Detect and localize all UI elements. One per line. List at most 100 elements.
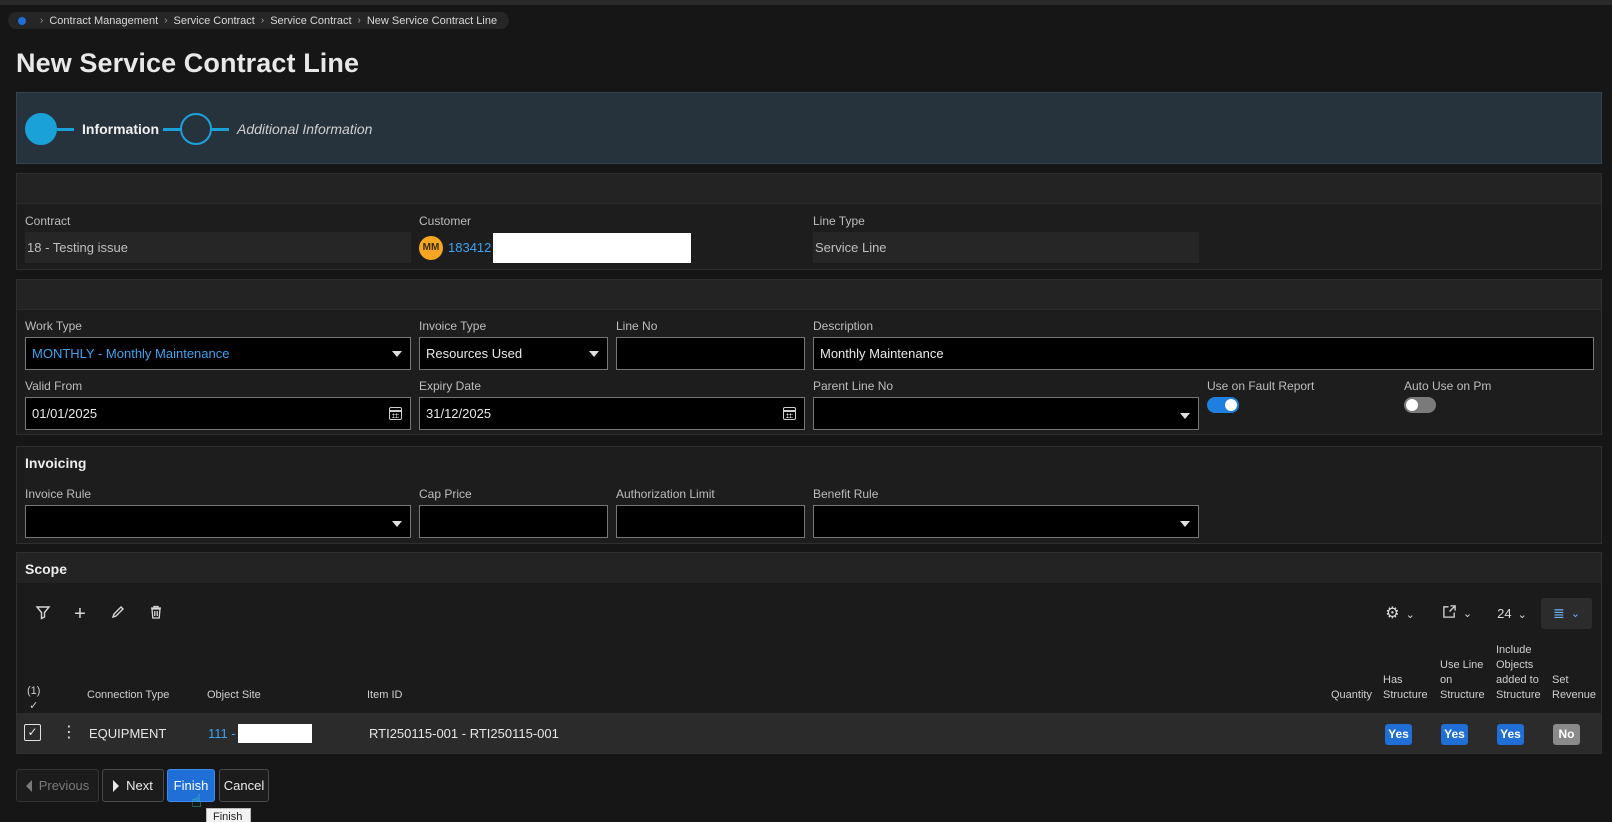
- field-label: Description: [813, 319, 874, 333]
- set-revenue-badge: No: [1553, 724, 1580, 745]
- chevron-down-icon: [392, 351, 402, 357]
- chevron-right-icon: ›: [357, 15, 361, 26]
- group-title: Invoicing: [17, 447, 1601, 477]
- breadcrumb: › Contract Management › Service Contract…: [8, 12, 510, 29]
- work-type-select[interactable]: MONTHLY - Monthly Maintenance: [25, 337, 411, 370]
- customer-field: Customer MM 183412: [419, 214, 805, 263]
- line-type-field: Line Type Service Line: [813, 214, 1199, 263]
- col-item-id[interactable]: Item ID: [367, 688, 402, 703]
- valid-from-input[interactable]: 01/01/2025: [25, 397, 411, 430]
- cap-price-input[interactable]: [419, 505, 608, 538]
- step-label: Additional Information: [237, 121, 373, 137]
- use-line-badge: Yes: [1441, 724, 1468, 745]
- field-label: Invoice Type: [419, 319, 487, 333]
- row-more-icon[interactable]: ⋮: [61, 724, 77, 741]
- field-label: Line Type: [813, 214, 865, 228]
- next-button[interactable]: Next: [102, 769, 164, 802]
- chevron-right-icon: ›: [164, 15, 168, 26]
- chevron-down-icon: [1180, 413, 1190, 419]
- auth-limit-input[interactable]: [616, 505, 805, 538]
- view-mode-select[interactable]: ≣ ⌄: [1541, 598, 1592, 629]
- invoice-type-value: Resources Used: [426, 346, 523, 361]
- breadcrumb-item-current: New Service Contract Line: [366, 14, 498, 27]
- line-no-input[interactable]: [616, 337, 805, 370]
- caret-left-icon: [25, 779, 32, 792]
- invoicing-group: Invoicing Invoice Rule Cap Price Authori…: [16, 446, 1602, 544]
- calendar-icon[interactable]: [389, 407, 402, 420]
- col-connection-type[interactable]: Connection Type: [87, 688, 169, 703]
- expiry-date-field: Expiry Date 31/12/2025: [419, 379, 805, 430]
- page-size-value: 24: [1497, 606, 1512, 621]
- chevron-down-icon: ⌄: [1462, 608, 1473, 620]
- home-icon[interactable]: [18, 16, 26, 25]
- invoice-rule-select[interactable]: [25, 505, 411, 538]
- step-connector: [212, 127, 229, 131]
- auto-pm-toggle[interactable]: [1404, 397, 1436, 413]
- calendar-icon[interactable]: [783, 407, 796, 420]
- chevron-down-icon: ⌄: [1517, 609, 1527, 621]
- previous-button[interactable]: Previous: [16, 769, 99, 802]
- breadcrumb-item-service-contract[interactable]: Service Contract: [174, 15, 255, 27]
- field-label: Benefit Rule: [813, 487, 879, 501]
- export-menu[interactable]: ⌄: [1437, 604, 1477, 624]
- field-label: Cap Price: [419, 487, 472, 501]
- invoice-type-select[interactable]: Resources Used: [419, 337, 608, 370]
- step-active-icon: [25, 113, 57, 145]
- wizard-steps: Information Additional Information: [16, 92, 1602, 164]
- include-objects-badge: Yes: [1497, 724, 1524, 745]
- breadcrumb-item-contract-management[interactable]: Contract Management: [49, 15, 158, 27]
- col-has-structure[interactable]: Has Structure: [1383, 673, 1433, 703]
- export-icon: [1443, 605, 1456, 618]
- field-label: Use on Fault Report: [1207, 379, 1315, 393]
- finish-tooltip: Finish: [206, 808, 251, 822]
- step-label: Information: [82, 121, 159, 137]
- benefit-rule-select[interactable]: [813, 505, 1199, 538]
- col-object-site[interactable]: Object Site: [207, 688, 261, 703]
- top-bar: [0, 0, 1612, 5]
- valid-from-value: 01/01/2025: [32, 406, 98, 421]
- customer-link[interactable]: 183412: [448, 240, 491, 255]
- col-quantity[interactable]: Quantity: [1331, 688, 1372, 703]
- field-label: Auto Use on Pm: [1404, 379, 1492, 393]
- col-use-line-on-structure[interactable]: Use Line on Structure: [1440, 658, 1490, 703]
- group-title: Scope: [17, 553, 1601, 583]
- row-checkbox[interactable]: ✓: [24, 724, 41, 741]
- page-title: New Service Contract Line: [16, 48, 360, 78]
- col-set-revenue[interactable]: Set Revenue: [1552, 673, 1598, 703]
- chevron-right-icon: ›: [260, 15, 265, 26]
- has-structure-badge: Yes: [1385, 724, 1412, 745]
- filter-icon[interactable]: [33, 604, 53, 624]
- gear-icon: ⚙: [1385, 605, 1400, 622]
- description-input[interactable]: Monthly Maintenance: [813, 337, 1594, 370]
- avatar: MM: [419, 235, 443, 260]
- field-label: Contract: [25, 214, 71, 228]
- parent-line-select[interactable]: [813, 397, 1199, 430]
- row-item-id: RTI250115-001 - RTI250115-001: [369, 726, 559, 741]
- row-object-site-link[interactable]: 111 -: [208, 726, 236, 741]
- col-include-objects[interactable]: Include Objects added to Structure: [1496, 643, 1548, 703]
- wizard-step-additional[interactable]: Additional Information: [163, 113, 372, 145]
- row-connection-type: EQUIPMENT: [89, 726, 167, 741]
- settings-menu[interactable]: ⚙ ⌄: [1380, 604, 1420, 624]
- benefit-rule-field: Benefit Rule: [813, 487, 1199, 538]
- expiry-date-input[interactable]: 31/12/2025: [419, 397, 805, 430]
- line-type-value: Service Line: [813, 232, 1199, 263]
- fault-report-toggle[interactable]: [1207, 397, 1239, 413]
- wizard-step-information[interactable]: Information: [25, 113, 159, 145]
- step-inactive-icon: [180, 113, 212, 145]
- auto-pm-field: Auto Use on Pm: [1404, 379, 1584, 413]
- delete-icon[interactable]: [146, 604, 166, 624]
- add-icon[interactable]: +: [70, 604, 90, 624]
- cancel-button[interactable]: Cancel: [219, 769, 269, 802]
- step-connector: [57, 127, 74, 131]
- valid-from-field: Valid From 01/01/2025: [25, 379, 411, 430]
- page-size-select[interactable]: 24 ⌄: [1493, 604, 1531, 624]
- general-group: Work Type MONTHLY - Monthly Maintenance …: [16, 279, 1602, 435]
- group-header: [17, 174, 1601, 204]
- field-label: Valid From: [25, 379, 83, 393]
- edit-icon[interactable]: [108, 604, 128, 624]
- breadcrumb-item-service-contract-2[interactable]: Service Contract: [270, 15, 351, 27]
- header-group: Contract 18 - Testing issue Customer MM …: [16, 173, 1602, 270]
- field-label: Customer: [419, 214, 472, 228]
- selected-count: (1) ✓: [27, 685, 41, 712]
